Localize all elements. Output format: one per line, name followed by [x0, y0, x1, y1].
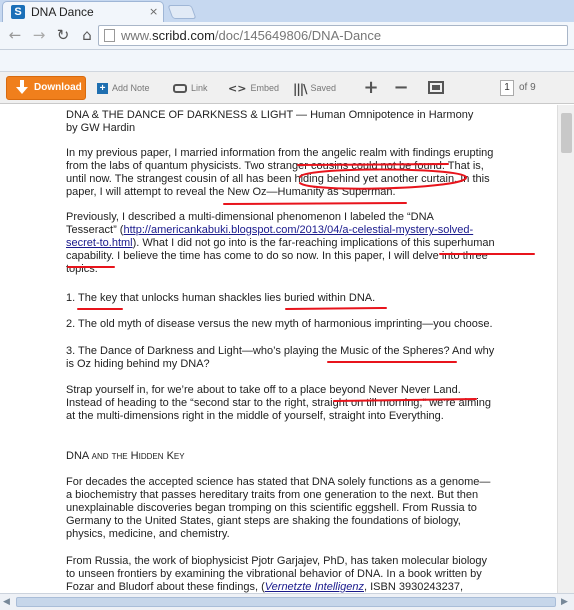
- download-button[interactable]: Download: [6, 76, 86, 100]
- item-2-text: 2. The old myth of disease versus the ne…: [66, 318, 493, 330]
- paragraph-5: From Russia, the work of biophysicist Pj…: [66, 555, 512, 593]
- document-viewer[interactable]: DNA & THE DANCE OF DARKNESS & LIGHT — Hu…: [0, 105, 574, 593]
- forward-arrow-icon[interactable]: →: [30, 26, 48, 44]
- url-host: scribd.com: [152, 28, 215, 43]
- embed-button[interactable]: <> Embed: [228, 81, 279, 97]
- p4-line-5: physics, medicine, and chemistry.: [66, 528, 230, 540]
- saved-label: Saved: [310, 83, 337, 93]
- saved-button[interactable]: |||\ Saved: [293, 81, 336, 97]
- link-button[interactable]: Link: [173, 81, 208, 97]
- fullscreen-icon[interactable]: [428, 81, 444, 94]
- section-heading: DNA and the Hidden Key: [66, 450, 512, 463]
- p4-line-1: For decades the accepted science has sta…: [66, 476, 491, 488]
- p2-line-1: Previously, I described a multi-dimensio…: [66, 211, 434, 223]
- paragraph-3: Strap yourself in, for we’re about to ta…: [66, 384, 512, 423]
- p3-line-3: at the multi-dimensions right in the mid…: [66, 410, 444, 422]
- p4-line-2: a biochemistry that passes hereditary tr…: [66, 489, 479, 501]
- byline: by GW Hardin: [66, 122, 136, 134]
- list-item-1: 1. The key that unlocks human shackles l…: [66, 292, 512, 305]
- p3-line-2: Instead of heading to the “second star t…: [66, 397, 491, 409]
- p5-line-3-end: , ISBN 3930243237,: [364, 581, 464, 593]
- tab-strip: S DNA Dance ×: [0, 0, 574, 23]
- annotation-underline-buried: [285, 307, 387, 310]
- p2-line-3-text: ). What I did not go into is the far-rea…: [132, 237, 495, 249]
- tab-close-icon[interactable]: ×: [149, 5, 158, 19]
- library-icon: |||\: [293, 81, 307, 96]
- p5-line-3: Fozar and Bludorf about these findings, …: [66, 581, 512, 593]
- home-icon[interactable]: ⌂: [78, 26, 96, 44]
- blog-link-continued[interactable]: secret-to.html: [66, 237, 133, 249]
- page-icon: [104, 29, 115, 42]
- navigation-bar: ← → ↻ ⌂ www.scribd.com/doc/145649806/DNA…: [0, 22, 574, 50]
- vertical-scroll-thumb[interactable]: [561, 113, 572, 153]
- paragraph-2: Previously, I described a multi-dimensio…: [66, 211, 512, 276]
- page-total-label: of 9: [519, 82, 536, 93]
- item-3-line-2: is Oz hiding behind my DNA?: [66, 358, 210, 370]
- download-label: Download: [34, 82, 82, 93]
- page-number-input[interactable]: 1: [500, 80, 514, 96]
- embed-label: Embed: [250, 83, 279, 93]
- tab-title: DNA Dance: [31, 5, 94, 19]
- add-note-icon: +: [97, 83, 108, 95]
- p1-line-2: from the labs of quantum physicists. Two…: [66, 160, 484, 172]
- p5-line-1: From Russia, the work of biophysicist Pj…: [66, 555, 488, 567]
- title-line: DNA & THE DANCE OF DARKNESS & LIGHT — Hu…: [66, 109, 474, 121]
- item-1-text: 1. The key that unlocks human shackles l…: [66, 292, 376, 304]
- section-heading-text: DNA and the Hidden Key: [66, 450, 185, 462]
- back-arrow-icon[interactable]: ←: [6, 26, 24, 44]
- link-label: Link: [191, 83, 208, 93]
- horizontal-scrollbar[interactable]: ◀ ▶: [0, 593, 574, 610]
- horizontal-scroll-thumb[interactable]: [16, 597, 556, 607]
- list-item-3: 3. The Dance of Darkness and Light—who’s…: [66, 345, 512, 371]
- url-path: /doc/145649806/DNA-Dance: [214, 28, 382, 43]
- document-title: DNA & THE DANCE OF DARKNESS & LIGHT — Hu…: [66, 109, 512, 135]
- annotation-underline-new-oz: [223, 202, 407, 205]
- p2-line-4: capability. I believe the time has come …: [66, 250, 488, 262]
- scribd-favicon-icon: S: [11, 5, 25, 19]
- p1-line-4: paper, I will attempt to reveal the New …: [66, 186, 396, 198]
- p2-line-2: Tesseract” (http://americankabuki.blogsp…: [66, 224, 512, 237]
- add-note-label: Add Note: [112, 83, 150, 93]
- book-title-link[interactable]: Vernetzte Intelligenz: [265, 581, 364, 593]
- zoom-in-icon[interactable]: +: [360, 77, 382, 99]
- p4-line-3: unexplainable discoveries began tromping…: [66, 502, 477, 514]
- paragraph-1: In my previous paper, I married informat…: [66, 147, 512, 199]
- embed-icon: <>: [228, 81, 247, 95]
- p1-line-3: until now. The strangest cousin of all h…: [66, 173, 490, 185]
- document-toolbar: Download + Add Note Link <> Embed |||\ Save…: [0, 72, 574, 104]
- p2-line-2-text: Tesseract” (: [66, 224, 124, 236]
- p2-line-3: secret-to.html). What I did not go into …: [66, 237, 512, 250]
- p4-line-4: Germany to the United States, giant step…: [66, 515, 461, 527]
- scroll-left-icon[interactable]: ◀: [3, 596, 10, 608]
- zoom-out-icon[interactable]: −: [390, 77, 412, 99]
- new-tab-button[interactable]: [167, 5, 197, 19]
- bookmark-bar: [0, 50, 574, 72]
- vertical-scrollbar[interactable]: [557, 105, 574, 593]
- add-note-button[interactable]: + Add Note: [97, 81, 150, 97]
- url-prefix: www.: [121, 28, 153, 43]
- p1-line-1: In my previous paper, I married informat…: [66, 147, 494, 159]
- browser-tab[interactable]: S DNA Dance ×: [2, 1, 164, 23]
- item-3-line-1: 3. The Dance of Darkness and Light—who’s…: [66, 345, 495, 357]
- paragraph-4: For decades the accepted science has sta…: [66, 476, 512, 541]
- p3-line-1: Strap yourself in, for we’re about to ta…: [66, 384, 461, 396]
- p2-line-5: topics:: [66, 263, 98, 275]
- reload-icon[interactable]: ↻: [54, 26, 72, 44]
- link-icon: [173, 84, 187, 94]
- p5-line-3-text: Fozar and Bludorf about these findings, …: [66, 581, 265, 593]
- blog-link[interactable]: http://americankabuki.blogspot.com/2013/…: [123, 224, 473, 236]
- address-bar[interactable]: www.scribd.com/doc/145649806/DNA-Dance: [98, 25, 568, 46]
- url-text: www.scribd.com/doc/145649806/DNA-Dance: [121, 28, 381, 44]
- scroll-right-icon[interactable]: ▶: [561, 596, 568, 608]
- list-item-2: 2. The old myth of disease versus the ne…: [66, 318, 512, 331]
- download-arrow-icon: [16, 80, 28, 94]
- p5-line-2: to unseen frontiers by examining the vib…: [66, 568, 482, 580]
